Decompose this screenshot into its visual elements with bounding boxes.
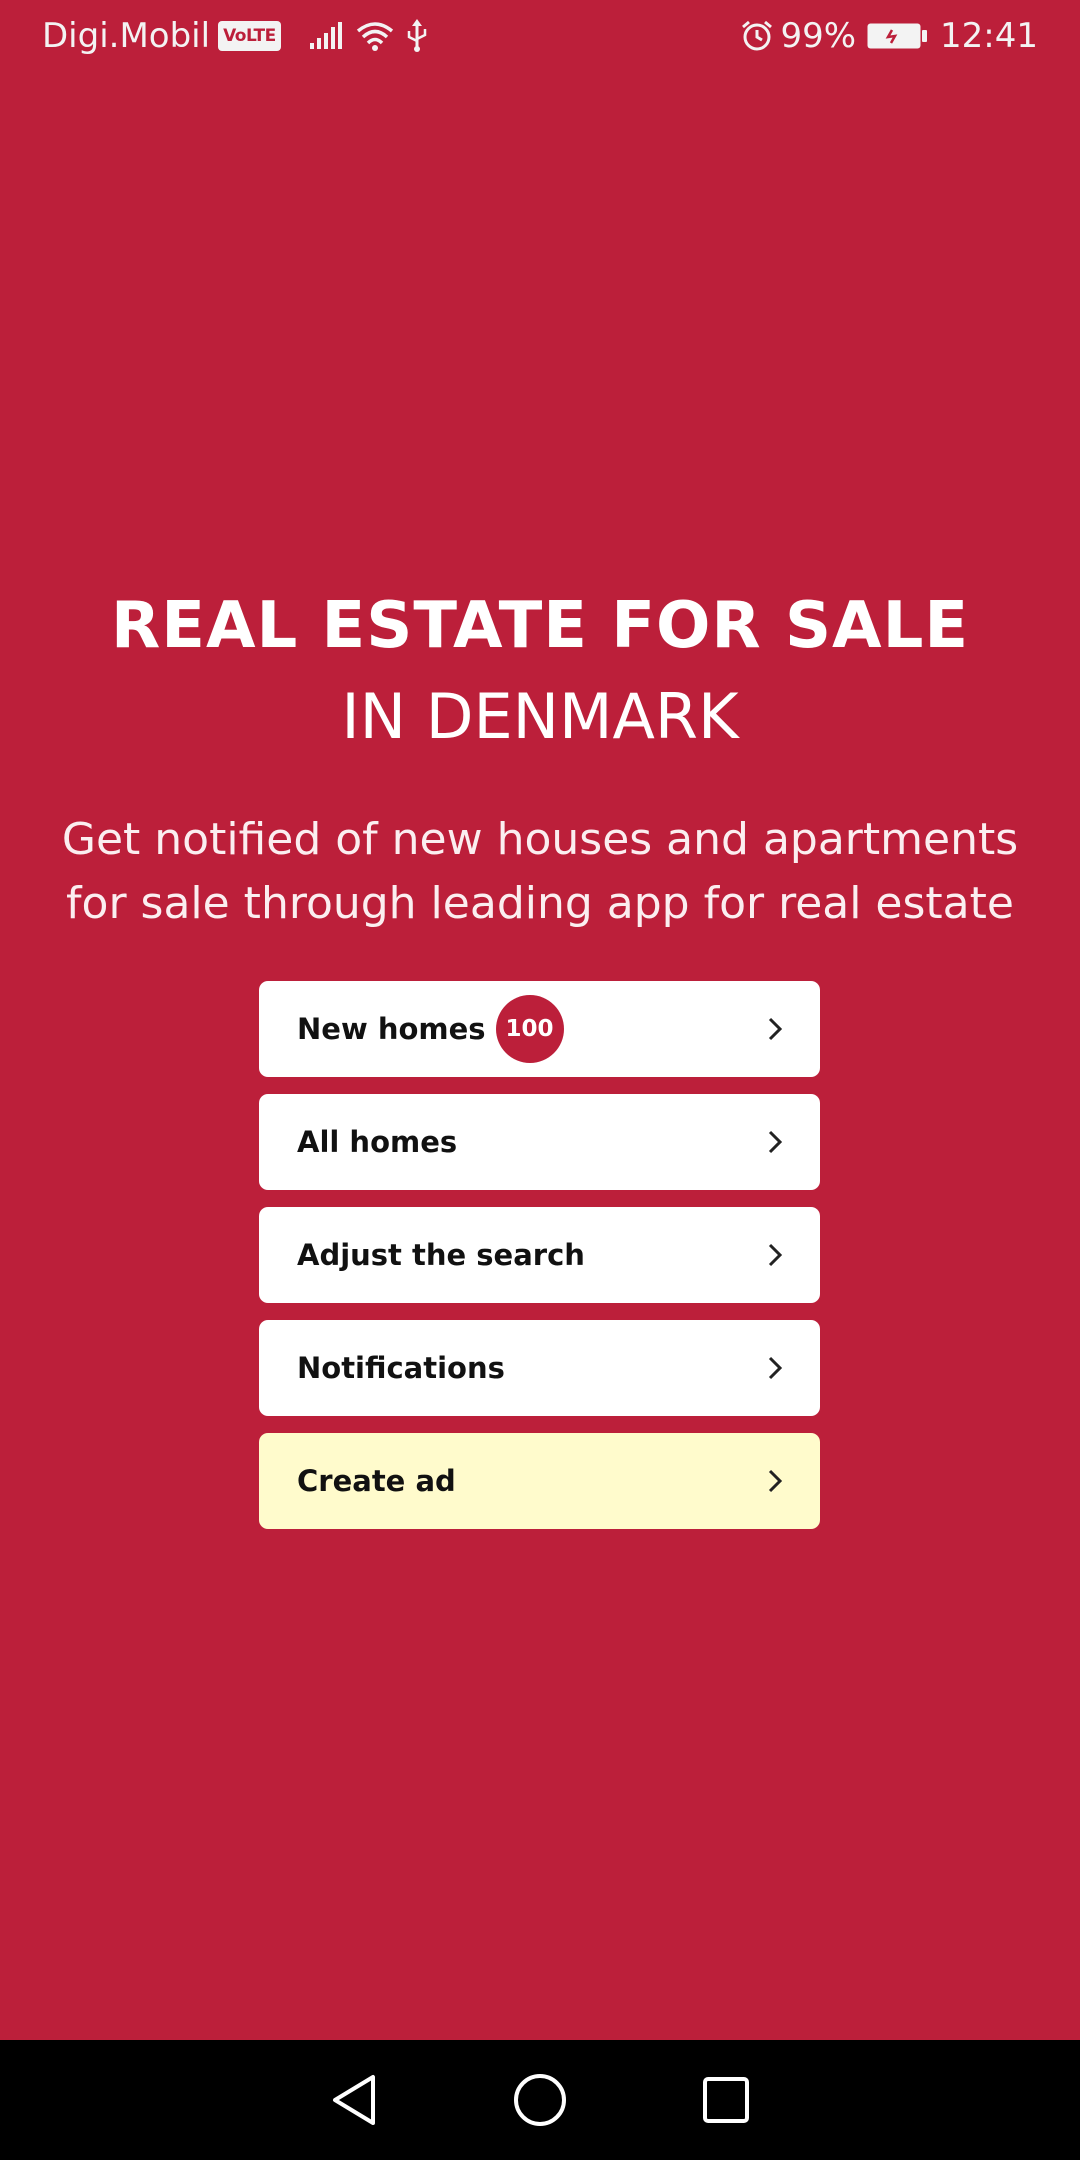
all-homes-button[interactable]: All homes (259, 1094, 820, 1190)
carrier-name: Digi.Mobil (42, 16, 211, 56)
chevron-right-icon (766, 1468, 784, 1494)
adjust-search-button[interactable]: Adjust the search (259, 1207, 820, 1303)
back-icon[interactable] (309, 2055, 399, 2145)
new-homes-count-badge: 100 (495, 995, 564, 1063)
description-text: Get notified of new houses and apartment… (61, 814, 1019, 929)
home-icon[interactable] (495, 2055, 585, 2145)
menu-label-wrap: New homes 100 (297, 995, 564, 1063)
clock-time: 12:41 (940, 16, 1038, 56)
create-ad-button[interactable]: Create ad (259, 1433, 820, 1529)
menu-item-label: Notifications (297, 1351, 505, 1385)
chevron-right-icon (766, 1355, 784, 1381)
menu-item-label: Adjust the search (297, 1238, 585, 1272)
recents-icon[interactable] (681, 2055, 771, 2145)
chevron-right-icon (766, 1129, 784, 1155)
usb-icon (405, 19, 429, 53)
page-title: REAL ESTATE FOR SALE (110, 589, 970, 663)
page-title-subline: IN DENMARK (341, 680, 739, 753)
battery-icon (866, 21, 928, 51)
wifi-icon (355, 20, 395, 52)
notifications-button[interactable]: Notifications (259, 1320, 820, 1416)
status-right: 99% 12:41 (740, 16, 1038, 56)
menu-item-label: Create ad (297, 1464, 456, 1498)
chevron-right-icon (766, 1242, 784, 1268)
menu-item-label: New homes (297, 1012, 486, 1046)
battery-percent: 99% (780, 16, 857, 56)
volte-badge: VoLTE (218, 21, 281, 51)
navigation-bar (0, 2040, 1080, 2160)
new-homes-button[interactable]: New homes 100 (259, 981, 820, 1077)
alarm-icon (740, 19, 774, 53)
main-menu: New homes 100 All homes Adjust the searc… (259, 981, 820, 1546)
status-left: Digi.Mobil VoLTE (42, 16, 429, 56)
chevron-right-icon (766, 1016, 784, 1042)
status-bar: Digi.Mobil VoLTE 99% 12:41 (0, 0, 1080, 72)
menu-item-label: All homes (297, 1125, 458, 1159)
signal-icon (309, 21, 343, 51)
